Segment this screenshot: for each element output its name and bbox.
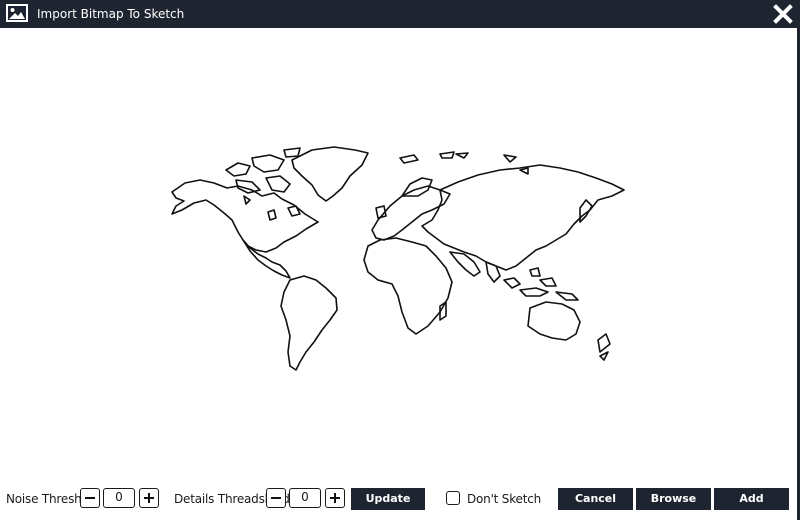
central-america-outline: [242, 239, 291, 279]
bottom-toolbar: Noise Threshold 0 Details Threadshold 0 …: [0, 480, 797, 520]
plus-icon: [330, 493, 340, 503]
arctic-asia-islands: [399, 151, 529, 175]
browse-button[interactable]: Browse: [636, 488, 711, 510]
dont-sketch-checkbox[interactable]: [446, 491, 460, 505]
update-button[interactable]: Update: [351, 488, 425, 510]
details-decrease-button[interactable]: [266, 488, 286, 508]
greenland-outline: [291, 146, 369, 202]
preview-canvas: [0, 28, 797, 478]
window-title: Import Bitmap To Sketch: [37, 7, 185, 21]
japan: [579, 199, 593, 223]
australia-outline: [527, 301, 581, 341]
arctic-islands: [225, 147, 301, 221]
add-button[interactable]: Add: [714, 488, 789, 510]
minus-icon: [85, 497, 95, 499]
plus-icon: [144, 493, 154, 503]
indonesia-islands: [503, 267, 579, 301]
europe-outline: [371, 185, 451, 241]
new-zealand: [597, 333, 611, 353]
title-bar: Import Bitmap To Sketch: [0, 0, 800, 28]
south-america-outline: [280, 275, 338, 371]
world-map-sketch: [171, 146, 625, 371]
noise-threshold-input[interactable]: 0: [103, 488, 135, 508]
details-threshold-input[interactable]: 0: [289, 488, 321, 508]
africa-outline: [363, 237, 453, 335]
noise-decrease-button[interactable]: [80, 488, 100, 508]
pacific-islands: [599, 351, 609, 361]
image-icon: [6, 4, 28, 22]
details-increase-button[interactable]: [325, 488, 345, 508]
cancel-button[interactable]: Cancel: [558, 488, 633, 510]
noise-increase-button[interactable]: [139, 488, 159, 508]
minus-icon: [271, 497, 281, 499]
dont-sketch-label: Don't Sketch: [467, 492, 542, 506]
close-icon[interactable]: [772, 3, 794, 25]
